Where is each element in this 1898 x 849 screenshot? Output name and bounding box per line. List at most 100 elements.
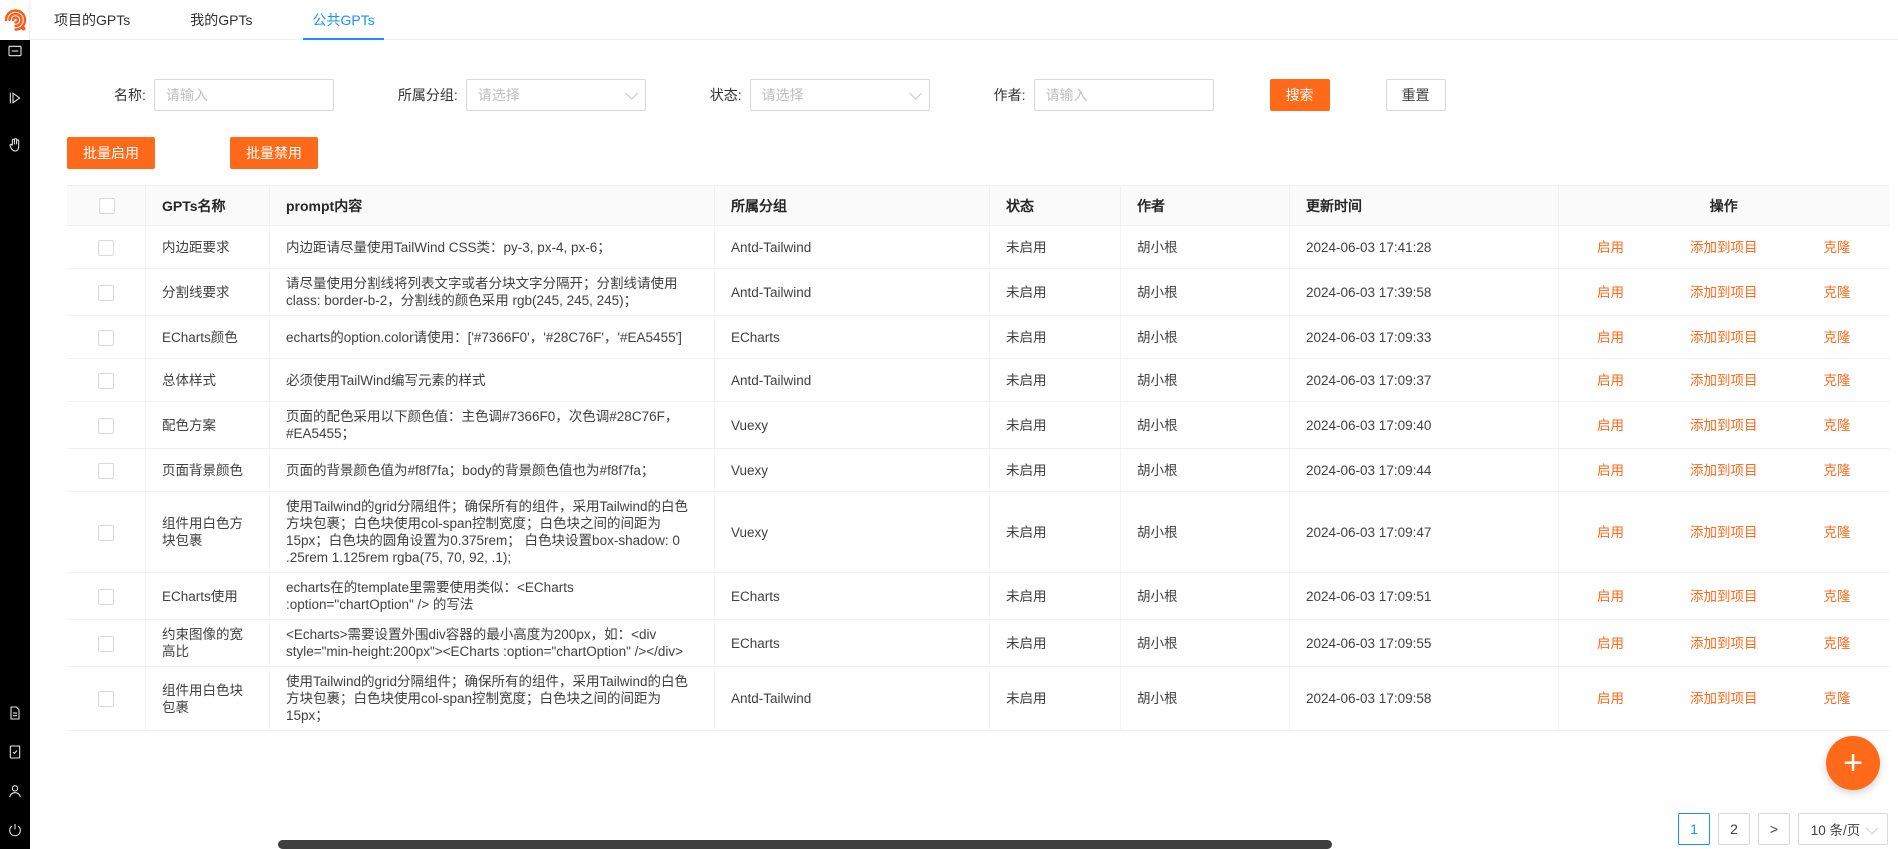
cell-group: ECharts [714,572,990,620]
batch-disable-button[interactable]: 批量禁用 [230,137,318,169]
cell-author: 胡小根 [1120,358,1290,402]
cell-author: 胡小根 [1120,401,1290,449]
row-checkbox[interactable] [98,588,115,605]
reset-button[interactable]: 重置 [1385,79,1446,111]
clone-link[interactable]: 克隆 [1824,588,1851,605]
row-checkbox[interactable] [98,691,115,708]
table-row: 分割线要求 请尽量使用分割线将列表文字或者分块文字分隔开；分割线请使用class:… [67,268,1889,316]
cell-author: 胡小根 [1120,225,1290,269]
hand-icon[interactable] [7,136,24,153]
add-to-project-link[interactable]: 添加到项目 [1690,588,1758,605]
page-button-2[interactable]: 2 [1718,813,1750,845]
add-to-project-link[interactable]: 添加到项目 [1690,372,1758,389]
cell-prompt: 页面的配色采用以下颜色值：主色调#7366F0，次色调#28C76F，#EA54… [269,401,715,449]
add-to-project-link[interactable]: 添加到项目 [1690,417,1758,434]
collapse-panel-icon[interactable] [7,42,24,59]
next-page-button[interactable]: > [1758,813,1790,845]
nav-tab-2[interactable]: 公共GPTs [303,0,384,40]
enable-link[interactable]: 启用 [1597,524,1624,541]
cell-group: ECharts [714,315,990,359]
enable-link[interactable]: 启用 [1597,635,1624,652]
clone-link[interactable]: 克隆 [1824,284,1851,301]
clone-link[interactable]: 克隆 [1824,239,1851,256]
name-filter-input[interactable] [165,87,322,103]
author-filter-input[interactable] [1045,87,1202,103]
add-to-project-link[interactable]: 添加到项目 [1690,635,1758,652]
nav-tab-1[interactable]: 我的GPTs [181,0,261,39]
cell-prompt: 使用Tailwind的grid分隔组件；确保所有的组件，采用Tailwind的白… [269,666,715,731]
cell-author: 胡小根 [1120,448,1290,492]
add-button[interactable]: + [1826,736,1880,790]
cell-name: 分割线要求 [145,268,270,316]
row-checkbox[interactable] [98,462,115,479]
power-icon[interactable] [7,821,24,838]
clone-link[interactable]: 克隆 [1824,372,1851,389]
enable-link[interactable]: 启用 [1597,417,1624,434]
table-row: 约束图像的宽高比 <Echarts>需要设置外围div容器的最小高度为200px，… [67,619,1889,667]
cell-author: 胡小根 [1120,315,1290,359]
author-filter-label: 作者: [993,87,1026,103]
nav-tab-0[interactable]: 项目的GPTs [45,0,139,39]
clone-link[interactable]: 克隆 [1824,329,1851,346]
row-checkbox[interactable] [98,284,115,301]
clone-link[interactable]: 克隆 [1824,524,1851,541]
enable-link[interactable]: 启用 [1597,284,1624,301]
cell-prompt: <Echarts>需要设置外围div容器的最小高度为200px，如：<div s… [269,619,715,667]
clone-link[interactable]: 克隆 [1824,635,1851,652]
table-row: 组件用白色方块包裹 使用Tailwind的grid分隔组件；确保所有的组件，采用T… [67,491,1889,573]
cell-name: 总体样式 [145,358,270,402]
clone-link[interactable]: 克隆 [1824,462,1851,479]
enable-link[interactable]: 启用 [1597,588,1624,605]
clone-link[interactable]: 克隆 [1824,417,1851,434]
add-to-project-link[interactable]: 添加到项目 [1690,284,1758,301]
cell-updated: 2024-06-03 17:09:58 [1289,666,1559,731]
clone-link[interactable]: 克隆 [1824,690,1851,707]
batch-enable-button[interactable]: 批量启用 [67,137,155,169]
chevron-down-icon [625,86,638,100]
select-all-checkbox-cell[interactable] [67,185,146,226]
cell-group: Vuexy [714,448,990,492]
document-icon[interactable] [7,704,24,721]
row-checkbox[interactable] [98,329,115,346]
cell-actions: 启用 添加到项目 克隆 [1558,666,1889,731]
cell-author: 胡小根 [1120,619,1290,667]
row-checkbox-cell [67,401,146,449]
search-button[interactable]: 搜索 [1269,79,1330,111]
cell-updated: 2024-06-03 17:09:47 [1289,491,1559,573]
add-to-project-link[interactable]: 添加到项目 [1690,690,1758,707]
row-checkbox[interactable] [98,372,115,389]
select-all-checkbox[interactable] [98,198,115,215]
cell-updated: 2024-06-03 17:09:55 [1289,619,1559,667]
add-to-project-link[interactable]: 添加到项目 [1690,524,1758,541]
group-filter-select[interactable]: 请选择 [465,79,646,111]
audit-icon[interactable] [7,743,24,760]
enable-link[interactable]: 启用 [1597,239,1624,256]
row-checkbox[interactable] [98,524,115,541]
row-checkbox[interactable] [98,417,115,434]
main-content: 名称: 所属分组: 请选择 状态: 请选择 作者: 搜索 重置 批量启用 批量禁… [30,41,1898,849]
cell-name: 组件用白色块包裹 [145,666,270,731]
column-header: 作者 [1120,185,1290,226]
row-checkbox-cell [67,619,146,667]
page-button-1[interactable]: 1 [1678,813,1710,845]
cell-status: 未启用 [989,619,1121,667]
status-filter-select[interactable]: 请选择 [749,79,930,111]
enable-link[interactable]: 启用 [1597,329,1624,346]
enable-link[interactable]: 启用 [1597,372,1624,389]
row-checkbox[interactable] [98,635,115,652]
cell-author: 胡小根 [1120,572,1290,620]
row-checkbox-cell [67,572,146,620]
add-to-project-link[interactable]: 添加到项目 [1690,462,1758,479]
horizontal-scrollbar[interactable] [278,840,1332,849]
user-icon[interactable] [7,782,24,799]
app-logo[interactable] [0,0,30,40]
row-checkbox-cell [67,448,146,492]
row-checkbox[interactable] [98,239,115,256]
run-icon[interactable] [7,89,24,106]
page-size-select[interactable]: 10 条/页 [1798,813,1888,845]
column-header: 所属分组 [714,185,990,226]
add-to-project-link[interactable]: 添加到项目 [1690,239,1758,256]
enable-link[interactable]: 启用 [1597,690,1624,707]
add-to-project-link[interactable]: 添加到项目 [1690,329,1758,346]
enable-link[interactable]: 启用 [1597,462,1624,479]
